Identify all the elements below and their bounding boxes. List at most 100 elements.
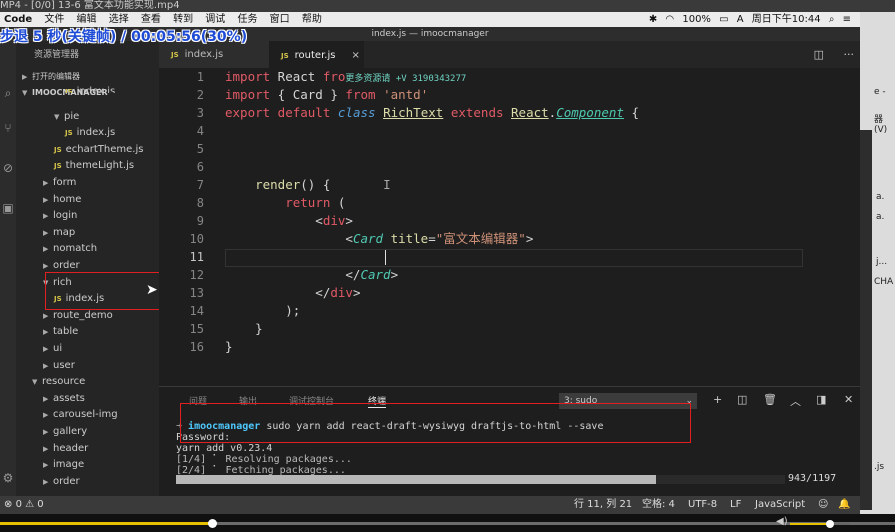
terminal-line: yarn add v0.23.4 — [176, 443, 273, 454]
file-item[interactable]: JS index.js — [16, 84, 159, 93]
tree-item-label: resource — [42, 376, 86, 388]
tree-item-label: header — [53, 442, 89, 454]
split-terminal-icon[interactable]: ◫ — [737, 393, 747, 406]
source-control-icon[interactable]: ⑂ — [1, 121, 15, 135]
folder-item[interactable]: ▶ ui — [16, 341, 159, 357]
tree-item-label: carousel-img — [53, 409, 118, 421]
menu-help[interactable]: 帮助 — [302, 14, 322, 25]
line-number: 2 — [196, 88, 204, 102]
status-bar: ⊗ 0 ⚠ 0 行 11, 列 21 空格: 4 UTF-8 LF JavaSc… — [0, 496, 860, 514]
split-editor-icon[interactable]: ◫ — [814, 48, 824, 61]
player-title-bar: MP4 - [0/0] 13-6 富文本功能实现.mp4 — [0, 0, 895, 12]
file-item[interactable]: JS themeLight.js — [16, 158, 159, 174]
tree-item-label: home — [53, 193, 82, 205]
folder-item[interactable]: ▶ order — [16, 474, 159, 490]
strip-text: 器(V) — [874, 115, 888, 135]
menu-tasks[interactable]: 任务 — [237, 14, 257, 25]
player-title: MP4 - [0/0] 13-6 富文本功能实现.mp4 — [0, 0, 180, 11]
bell-icon[interactable]: 🔔 — [838, 496, 850, 514]
language-mode[interactable]: JavaScript — [755, 496, 805, 514]
problems-status[interactable]: ⊗ 0 ⚠ 0 — [4, 496, 44, 514]
tab-label: index.js — [184, 49, 224, 60]
chevron-up-icon[interactable]: ︿ — [790, 393, 801, 409]
menubar-clock[interactable]: 周日下午10:44 — [752, 14, 821, 25]
volume-handle[interactable] — [826, 520, 834, 528]
more-actions-icon[interactable]: ··· — [844, 48, 855, 61]
wifi-icon[interactable]: ◠ — [665, 14, 674, 25]
folder-item[interactable]: ▶ home — [16, 192, 159, 208]
folder-item[interactable]: ▶ gallery — [16, 424, 159, 440]
settings-gear-icon[interactable]: ⚙ — [1, 471, 15, 485]
code-line-2: import { Card } from 'antd' — [225, 87, 429, 102]
new-terminal-icon[interactable]: + — [713, 393, 722, 406]
maximize-panel-icon[interactable]: ◨ — [816, 393, 826, 406]
menu-go[interactable]: 转到 — [173, 14, 193, 25]
activity-bar: ⌕ ⑂ ⊘ ▣ ⚙ — [0, 41, 16, 496]
close-tab-icon[interactable]: × — [351, 50, 359, 61]
end-of-line[interactable]: LF — [730, 496, 741, 514]
folder-item[interactable]: ▶ login — [16, 208, 159, 224]
tree-item-label: table — [53, 326, 79, 338]
folder-item[interactable]: ▶ table — [16, 324, 159, 340]
menu-debug[interactable]: 调试 — [205, 14, 225, 25]
trash-icon[interactable]: 🗑 — [763, 393, 777, 406]
menu-window[interactable]: 窗口 — [270, 14, 290, 25]
spotlight-search-icon[interactable]: ⌕ — [829, 14, 835, 25]
smiley-icon[interactable]: ☺ — [818, 496, 828, 514]
chevron-right-icon: ▶ — [43, 428, 49, 436]
code-line-10: <Card title="富文本编辑器"> — [225, 231, 534, 246]
battery-icon[interactable]: ▭ — [719, 14, 728, 25]
menu-view[interactable]: 查看 — [141, 14, 161, 25]
battery-percent[interactable]: 100% — [682, 14, 711, 25]
menu-edit[interactable]: 编辑 — [77, 14, 97, 25]
folder-item[interactable]: ▼ pie — [16, 109, 159, 125]
menu-code[interactable]: Code — [4, 14, 32, 25]
folder-item[interactable]: ▶ assets — [16, 391, 159, 407]
menu-selection[interactable]: 选择 — [109, 14, 129, 25]
video-seek-handle[interactable] — [208, 519, 217, 528]
file-item[interactable]: JS echartTheme.js — [16, 142, 159, 158]
menu-file[interactable]: 文件 — [44, 14, 64, 25]
extensions-icon[interactable]: ▣ — [1, 201, 15, 215]
folder-item[interactable]: ▶ form — [16, 175, 159, 191]
open-editors-section[interactable]: ▶ 打开的编辑器 — [16, 69, 159, 85]
tab-router-js[interactable]: JS router.js × — [269, 41, 364, 68]
bluetooth-icon[interactable]: ✱ — [649, 14, 657, 25]
indentation[interactable]: 空格: 4 — [642, 496, 675, 514]
tree-item-label: gallery — [53, 426, 88, 437]
folder-item[interactable]: ▶ map — [16, 225, 159, 241]
tree-item-label: assets — [53, 392, 85, 404]
folder-item[interactable]: ▶ image — [16, 457, 159, 473]
menu-list-icon[interactable]: ≡ — [843, 14, 851, 25]
close-icon[interactable]: ✕ — [844, 393, 853, 406]
tree-item-label: form — [53, 177, 77, 188]
code-editor[interactable]: 1 2 3 4 5 6 7 8 9 10 11 12 13 14 15 16 import React fro… — [159, 68, 860, 386]
debug-icon[interactable]: ⊘ — [1, 161, 15, 175]
strip-text: a. — [876, 212, 885, 222]
folder-item[interactable]: ▶ carousel-img — [16, 407, 159, 423]
line-number: 1 — [196, 70, 204, 84]
volume-icon[interactable]: ◀) — [776, 516, 788, 527]
line-number: 13 — [189, 286, 204, 300]
tree-item-label: index.js — [76, 86, 116, 93]
tree-item-label: themeLight.js — [65, 160, 135, 172]
folder-item[interactable]: ▶ route_demo — [16, 308, 159, 324]
mouse-cursor-icon: ➤ — [146, 282, 158, 298]
video-seek-fill — [0, 522, 215, 525]
chevron-right-icon: ▶ — [43, 444, 49, 453]
code-line-7: render() { I — [255, 177, 391, 192]
input-source-icon[interactable]: A — [737, 14, 744, 25]
file-item[interactable]: JS index.js — [16, 125, 159, 141]
line-number: 5 — [196, 142, 204, 156]
cursor-position[interactable]: 行 11, 列 21 — [574, 496, 632, 514]
folder-item[interactable]: ▶ header — [16, 441, 159, 457]
folder-item[interactable]: ▼ resource — [16, 374, 159, 390]
encoding[interactable]: UTF-8 — [688, 496, 717, 514]
folder-item[interactable]: ▶ user — [16, 358, 159, 374]
search-icon[interactable]: ⌕ — [1, 86, 15, 101]
section-label: 打开的编辑器 — [32, 72, 80, 81]
folder-item[interactable]: ▶ nomatch — [16, 241, 159, 257]
code-line-1: import React fro更多资源请 +V 3190343277 — [225, 69, 467, 84]
line-number: 9 — [196, 214, 204, 228]
js-file-icon: JS — [171, 51, 179, 59]
